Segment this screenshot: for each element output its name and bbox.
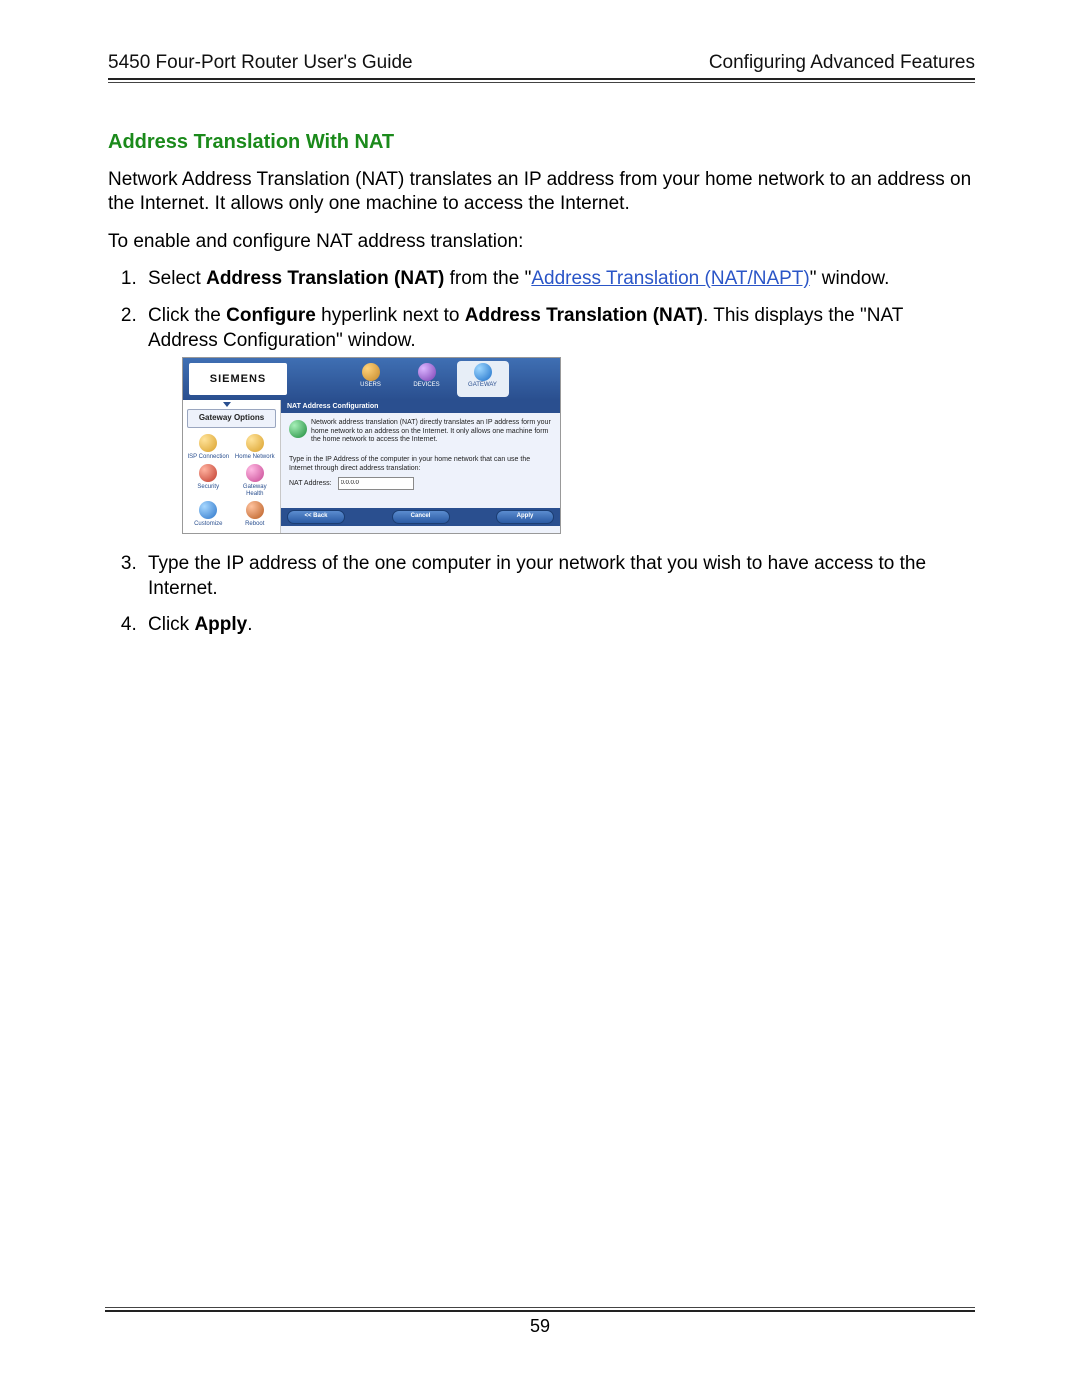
nat-icon — [289, 420, 307, 438]
siemens-logo: SIEMENS — [189, 363, 287, 395]
sidebar-health[interactable]: Gateway Health — [234, 464, 277, 500]
nav-users[interactable]: USERS — [345, 361, 397, 397]
apply-button[interactable]: Apply — [496, 510, 554, 524]
footer: 59 — [105, 1307, 975, 1337]
router-main: NAT Address Configuration Network addres… — [281, 400, 560, 533]
step-2: Click the Configure hyperlink next to Ad… — [142, 304, 975, 534]
lead-paragraph: To enable and configure NAT address tran… — [108, 230, 975, 254]
sidebar-isp[interactable]: ISP Connection — [187, 434, 230, 462]
isp-icon — [199, 434, 217, 452]
security-icon — [199, 464, 217, 482]
nat-address-input[interactable] — [338, 477, 414, 490]
router-topbar: SIEMENS USERS DEVICES GATEWAY — [183, 358, 560, 400]
steps-list: Select Address Translation (NAT) from th… — [108, 267, 975, 638]
devices-icon — [418, 363, 436, 381]
step-1: Select Address Translation (NAT) from th… — [142, 267, 975, 292]
users-icon — [362, 363, 380, 381]
step-4: Click Apply. — [142, 613, 975, 638]
sidebar-home[interactable]: Home Network — [234, 434, 277, 462]
nav-gateway[interactable]: GATEWAY — [457, 361, 509, 397]
home-icon — [246, 434, 264, 452]
section-title: Address Translation With NAT — [108, 131, 975, 154]
header-left: 5450 Four-Port Router User's Guide — [108, 52, 413, 74]
cancel-button[interactable]: Cancel — [392, 510, 450, 524]
router-screenshot: SIEMENS USERS DEVICES GATEWAY — [182, 357, 561, 534]
customize-icon — [199, 501, 217, 519]
gateway-icon — [474, 363, 492, 381]
intro-paragraph: Network Address Translation (NAT) transl… — [108, 168, 975, 216]
sidebar-title: Gateway Options — [187, 409, 276, 427]
panel-sub: Type in the IP Address of the computer i… — [289, 455, 552, 473]
header-right: Configuring Advanced Features — [709, 52, 975, 74]
back-button[interactable]: << Back — [287, 510, 345, 524]
nat-address-label: NAT Address: — [289, 479, 332, 488]
health-icon — [246, 464, 264, 482]
router-footer: << Back Cancel Apply — [281, 508, 560, 526]
nav-devices[interactable]: DEVICES — [401, 361, 453, 397]
nat-napt-link[interactable]: Address Translation (NAT/NAPT) — [531, 268, 809, 289]
panel-desc: Network address translation (NAT) direct… — [311, 419, 552, 444]
reboot-icon — [246, 501, 264, 519]
sidebar-security[interactable]: Security — [187, 464, 230, 500]
page-number: 59 — [105, 1316, 975, 1337]
sidebar-reboot[interactable]: Reboot — [234, 501, 277, 529]
panel-heading: NAT Address Configuration — [281, 400, 560, 413]
pointer-icon — [223, 402, 231, 407]
sidebar: Gateway Options ISP Connection Home Netw… — [183, 400, 281, 533]
step-3: Type the IP address of the one computer … — [142, 552, 975, 601]
sidebar-customize[interactable]: Customize — [187, 501, 230, 529]
